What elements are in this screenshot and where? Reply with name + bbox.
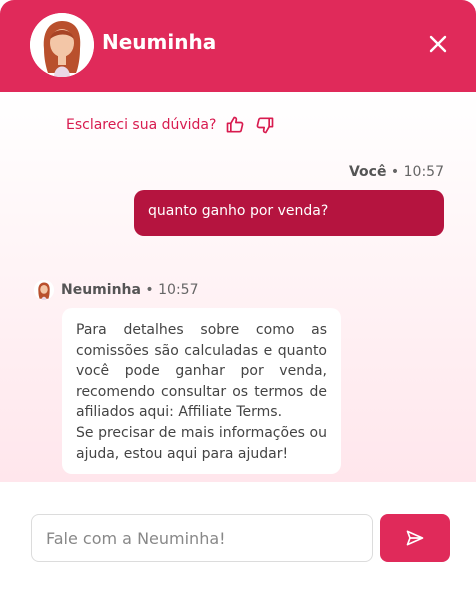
feedback-prompt: Esclareci sua dúvida? — [66, 117, 217, 133]
close-button[interactable] — [422, 28, 454, 60]
assistant-avatar — [30, 13, 94, 77]
message-list[interactable]: Esclareci sua dúvida? Você • 10:57 quant… — [0, 92, 476, 482]
bot-message-text: Para detalhes sobre como as comissões sã… — [76, 322, 327, 421]
user-message-bubble: quanto ganho por venda? — [134, 190, 444, 236]
feedback-row: Esclareci sua dúvida? — [66, 114, 276, 136]
user-message-meta: Você • 10:57 — [349, 164, 444, 180]
chat-header: Neuminha — [0, 0, 476, 92]
thumbs-down-button[interactable] — [254, 114, 276, 136]
bot-sender: Neuminha — [61, 282, 141, 298]
assistant-small-avatar — [34, 280, 54, 300]
send-button[interactable] — [380, 514, 450, 562]
composer — [0, 482, 476, 591]
bot-message-bubble: Para detalhes sobre como as comissões sã… — [62, 308, 341, 474]
chat-window: Neuminha Esclareci sua dúvida? Você • 10… — [0, 0, 476, 591]
user-sender: Você — [348, 164, 387, 180]
send-icon — [406, 530, 424, 546]
thumbs-up-icon — [227, 116, 244, 133]
user-message-time: 10:57 — [403, 164, 444, 180]
bot-message-text-2: Se precisar de mais informações ou ajuda… — [76, 424, 327, 462]
meta-separator: • — [140, 282, 159, 298]
thumbs-up-button[interactable] — [224, 114, 246, 136]
assistant-name: Neuminha — [102, 30, 217, 54]
meta-separator: • — [390, 164, 404, 180]
thumbs-down-icon — [257, 117, 274, 134]
bot-message-meta: Neuminha • 10:57 — [34, 280, 198, 300]
close-icon — [429, 35, 447, 53]
message-input[interactable] — [31, 514, 373, 562]
bot-message-time: 10:57 — [158, 282, 199, 298]
